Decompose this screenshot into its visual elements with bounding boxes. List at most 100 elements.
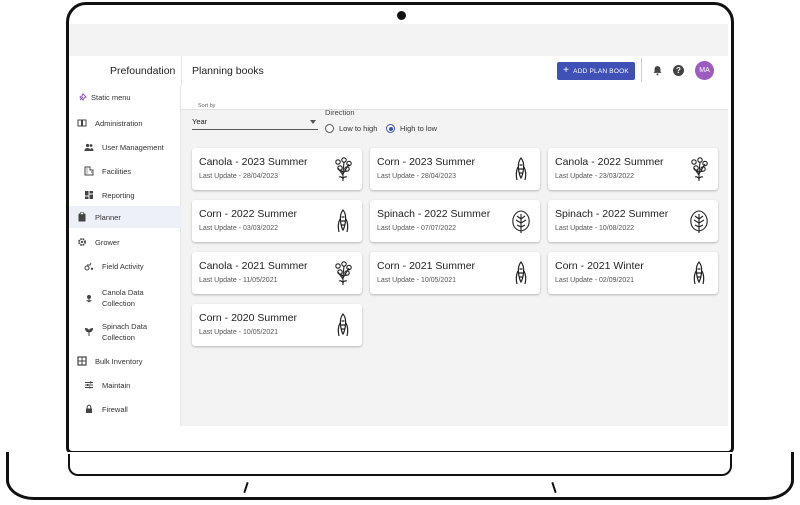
plan-book-last-update: Last Update - 11/05/2021 xyxy=(199,277,278,284)
canola-icon xyxy=(331,260,355,286)
plan-book-last-update: Last Update - 07/07/2022 xyxy=(377,225,457,232)
help-icon[interactable]: ? xyxy=(673,65,684,76)
sort-by-label: Sort by xyxy=(198,103,216,109)
high-to-low-radio[interactable] xyxy=(386,124,395,133)
sidebar-item-firewall[interactable]: Firewall xyxy=(69,398,181,420)
sidebar-item-field-activity[interactable]: Field Activity xyxy=(69,255,181,277)
sidebar-item-maintain[interactable]: Maintain xyxy=(69,374,181,396)
sprout-icon xyxy=(84,327,94,336)
add-plan-book-button[interactable]: + ADD PLAN BOOK xyxy=(557,62,635,80)
add-plan-book-label: ADD PLAN BOOK xyxy=(573,67,629,75)
sidebar-item-label: User Management xyxy=(102,142,164,152)
corn-icon xyxy=(687,260,711,286)
plan-book-last-update: Last Update - 02/09/2021 xyxy=(555,277,635,284)
plan-book-title: Spinach - 2022 Summer xyxy=(377,208,491,220)
plan-book-card[interactable]: Corn - 2023 Summer Last Update - 28/04/20… xyxy=(370,148,540,190)
plan-book-card[interactable]: Corn - 2021 Summer Last Update - 10/05/20… xyxy=(370,252,540,294)
avatar[interactable]: MA xyxy=(695,61,714,80)
people-icon xyxy=(84,143,94,151)
sidebar-item-user-management[interactable]: User Management xyxy=(69,136,181,158)
dashboard-icon xyxy=(85,191,93,199)
sidebar-item-grower[interactable]: Grower xyxy=(69,231,181,253)
canola-icon xyxy=(687,156,711,182)
plan-book-last-update: Last Update - 03/03/2022 xyxy=(199,225,279,232)
plan-book-title: Corn - 2023 Summer xyxy=(377,156,476,168)
plan-book-title: Canola - 2021 Summer xyxy=(199,260,308,272)
plan-book-card[interactable]: Spinach - 2022 Summer Last Update - 07/07… xyxy=(370,200,540,242)
spinach-icon xyxy=(509,208,533,234)
sliders-icon xyxy=(85,381,93,389)
pin-icon xyxy=(79,93,87,101)
building-icon xyxy=(84,166,94,176)
plan-book-last-update: Last Update - 28/04/2023 xyxy=(377,173,457,180)
canola-icon xyxy=(331,156,355,182)
corn-icon xyxy=(509,260,533,286)
header-divider xyxy=(181,56,182,86)
plus-icon: + xyxy=(563,65,570,76)
book-icon xyxy=(77,119,87,127)
spinach-icon xyxy=(687,208,711,234)
sidebar-item-label: Field Activity xyxy=(102,261,144,271)
plan-book-last-update: Last Update - 28/04/2023 xyxy=(199,173,279,180)
corn-icon xyxy=(331,208,355,234)
plan-book-card[interactable]: Canola - 2022 Summer Last Update - 23/03/… xyxy=(548,148,718,190)
sidebar-item-static-menu[interactable]: Static menu xyxy=(69,86,181,108)
plan-book-card[interactable]: Corn - 2020 Summer Last Update - 10/05/20… xyxy=(192,304,362,346)
high-to-low-label: High to low xyxy=(400,124,438,133)
plan-book-card[interactable]: Canola - 2021 Summer Last Update - 11/05/… xyxy=(192,252,362,294)
sidebar-item-label: Facilities xyxy=(102,166,132,176)
laptop-base-recess xyxy=(68,454,732,476)
sort-by-select[interactable]: Year xyxy=(192,116,318,130)
plan-book-last-update: Last Update - 10/08/2022 xyxy=(555,225,635,232)
corn-icon xyxy=(331,312,355,338)
low-to-high-label: Low to high xyxy=(339,124,378,133)
sidebar-item-label: Grower xyxy=(95,237,120,247)
sidebar-item-label: Spinach Data Collection xyxy=(102,322,148,342)
sidebar-item-label: Firewall xyxy=(102,404,128,414)
gear-icon xyxy=(78,238,86,246)
clipboard-icon xyxy=(78,212,86,222)
plan-book-title: Canola - 2022 Summer xyxy=(555,156,664,168)
sidebar-item-canola-data-collection[interactable]: Canola Data Collection xyxy=(69,284,181,312)
plan-book-title: Corn - 2021 Summer xyxy=(377,260,476,272)
tractor-icon xyxy=(84,262,94,271)
plan-book-card[interactable]: Spinach - 2022 Summer Last Update - 10/08… xyxy=(548,200,718,242)
grid-icon xyxy=(77,356,87,366)
lock-icon xyxy=(86,404,92,413)
plan-book-last-update: Last Update - 10/05/2021 xyxy=(199,329,279,336)
sort-by-value: Year xyxy=(192,117,208,126)
plan-book-last-update: Last Update - 23/03/2022 xyxy=(555,173,635,180)
plan-book-card[interactable]: Corn - 2022 Summer Last Update - 03/03/20… xyxy=(192,200,362,242)
sidebar-item-label: Planner xyxy=(95,212,121,222)
sidebar-item-label: Bulk Inventory xyxy=(95,356,143,366)
plan-book-title: Corn - 2021 Winter xyxy=(555,260,644,272)
header-separator xyxy=(641,58,642,82)
sidebar-item-administration[interactable]: Administration xyxy=(69,112,181,134)
direction-label: Direction xyxy=(325,108,355,117)
low-to-high-radio[interactable] xyxy=(325,124,334,133)
sidebar-item-planner[interactable]: Planner xyxy=(69,206,181,228)
page-title: Planning books xyxy=(192,65,264,77)
brand-name: Prefoundation xyxy=(110,65,176,77)
bell-icon[interactable] xyxy=(652,65,663,76)
sidebar-item-label: Canola Data Collection xyxy=(102,288,144,308)
sidebar-item-spinach-data-collection[interactable]: Spinach Data Collection xyxy=(69,318,181,346)
sidebar-item-label: Maintain xyxy=(102,380,131,390)
chevron-down-icon xyxy=(310,120,316,124)
sidebar-item-label: Administration xyxy=(95,118,143,128)
sidebar-item-label: Reporting xyxy=(102,190,135,200)
plan-book-card[interactable]: Canola - 2023 Summer Last Update - 28/04/… xyxy=(192,148,362,190)
sidebar-item-label: Static menu xyxy=(91,92,131,102)
plan-book-last-update: Last Update - 10/05/2021 xyxy=(377,277,457,284)
plan-book-title: Corn - 2020 Summer xyxy=(199,312,298,324)
plan-book-title: Spinach - 2022 Summer xyxy=(555,208,669,220)
sidebar-item-reporting[interactable]: Reporting xyxy=(69,184,181,206)
camera xyxy=(397,11,406,20)
plan-book-card[interactable]: Corn - 2021 Winter Last Update - 02/09/20… xyxy=(548,252,718,294)
corn-icon xyxy=(509,156,533,182)
plan-book-title: Canola - 2023 Summer xyxy=(199,156,308,168)
sidebar-item-bulk-inventory[interactable]: Bulk Inventory xyxy=(69,350,181,372)
sidebar-item-facilities[interactable]: Facilities xyxy=(69,160,181,182)
flower-icon xyxy=(86,295,92,303)
plan-book-title: Corn - 2022 Summer xyxy=(199,208,298,220)
